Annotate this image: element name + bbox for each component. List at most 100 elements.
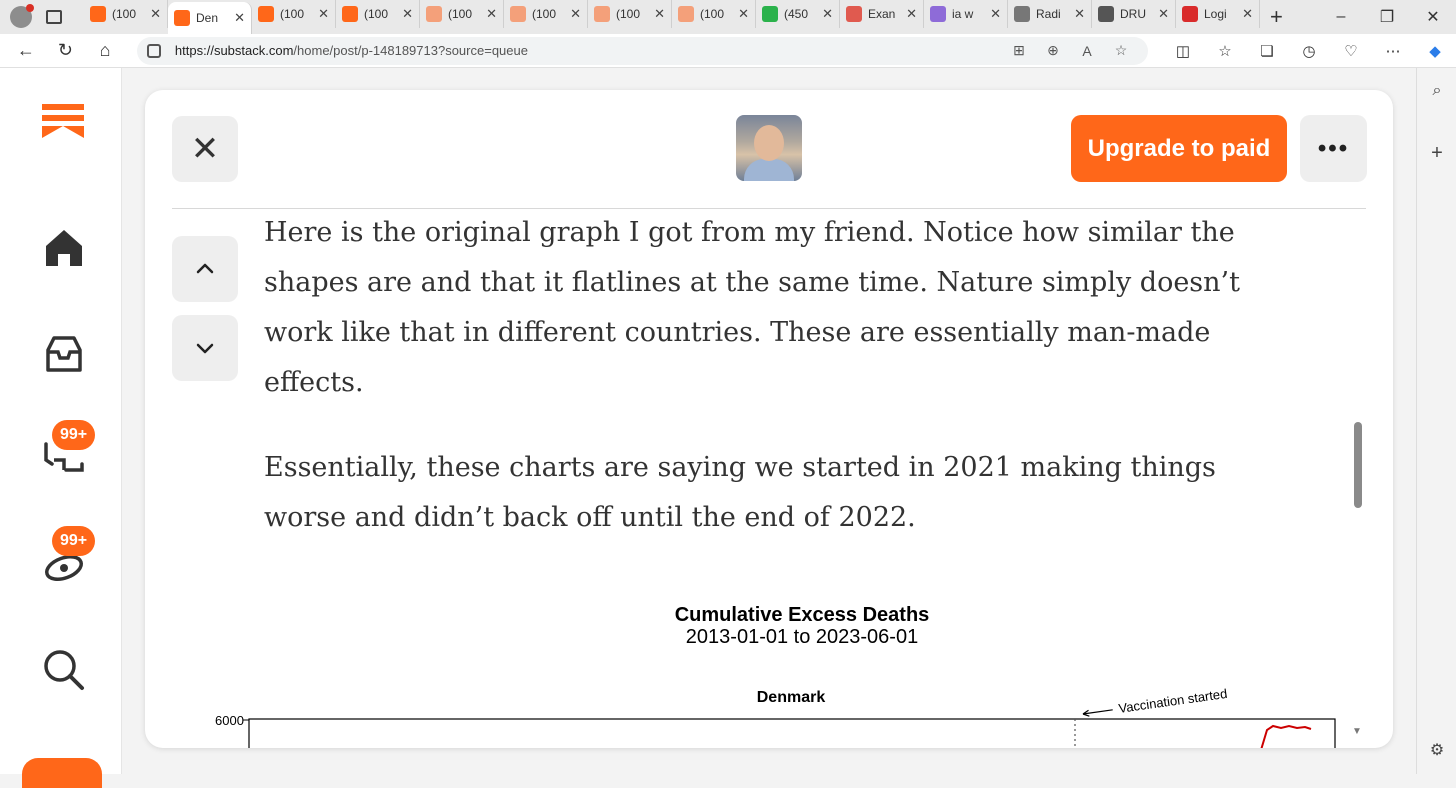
tab-close-icon[interactable]: ✕	[1242, 6, 1253, 22]
back-icon[interactable]: ←	[6, 40, 46, 61]
inbox-nav-icon[interactable]	[40, 330, 88, 378]
favorites-icon[interactable]: ☆	[1204, 42, 1246, 60]
tab-title: (100	[616, 7, 641, 21]
tab-favicon-icon	[678, 6, 694, 22]
browser-tab[interactable]: (100 ✕	[420, 0, 504, 28]
activity-badge: 99+	[52, 526, 96, 556]
post-paragraph-1: Here is the original graph I got from my…	[264, 217, 1240, 398]
sidebar-search-icon[interactable]: ⌕	[1417, 82, 1456, 100]
tab-favicon-icon	[258, 6, 274, 22]
tab-list: (100 ✕ Den ✕ (100 ✕ (100 ✕ (100 ✕ (100 ✕ (100 ✕ (100 ✕(…	[84, 0, 1260, 34]
sidebar-add-icon[interactable]: +	[1417, 142, 1456, 165]
tab-close-icon[interactable]: ✕	[1158, 6, 1169, 22]
browser-tab[interactable]: (100 ✕	[672, 0, 756, 28]
close-window-icon[interactable]: ✕	[1410, 7, 1456, 27]
tab-close-icon[interactable]: ✕	[822, 6, 833, 22]
browser-tab[interactable]: Logi ✕	[1176, 0, 1260, 28]
tab-actions-icon[interactable]	[46, 10, 62, 24]
scroll-down-arrow-icon[interactable]: ▼	[1352, 726, 1362, 737]
tab-favicon-icon	[426, 6, 442, 22]
post-reader-card: ✕ Upgrade to paid ••• Here is the origin…	[145, 90, 1393, 748]
close-reader-button[interactable]: ✕	[172, 116, 238, 182]
tab-close-icon[interactable]: ✕	[318, 6, 329, 22]
read-aloud-icon[interactable]: A	[1070, 43, 1104, 59]
tab-favicon-icon	[762, 6, 778, 22]
more-options-button[interactable]: •••	[1300, 115, 1367, 182]
chart-title: Cumulative Excess Deaths	[674, 604, 930, 626]
window-controls: – ❐ ✕	[1318, 0, 1456, 34]
browser-tab[interactable]: Radi ✕	[1008, 0, 1092, 28]
home-nav-icon[interactable]	[40, 224, 88, 272]
browser-tab[interactable]: DRU ✕	[1092, 0, 1176, 28]
substack-left-nav: 99+ 99+	[0, 68, 122, 788]
excess-deaths-series-line	[1260, 724, 1312, 748]
tab-title: (100	[700, 7, 725, 21]
lock-icon[interactable]	[146, 43, 161, 58]
tab-title: (100	[112, 7, 137, 21]
author-avatar[interactable]	[736, 115, 802, 181]
restore-icon[interactable]: ❐	[1364, 7, 1410, 27]
tab-close-icon[interactable]: ✕	[990, 6, 1001, 22]
tab-title: (100	[448, 7, 473, 21]
tab-close-icon[interactable]: ✕	[570, 6, 581, 22]
tab-close-icon[interactable]: ✕	[654, 6, 665, 22]
tab-close-icon[interactable]: ✕	[1074, 6, 1085, 22]
browser-toolbar: ← ↻ ⌂ https://substack.com/home/post/p-1…	[0, 34, 1456, 68]
tab-close-icon[interactable]: ✕	[234, 10, 245, 26]
address-bar[interactable]: https://substack.com/home/post/p-1481897…	[136, 36, 1148, 65]
favorite-star-icon[interactable]: ☆	[1104, 42, 1138, 59]
browser-tab[interactable]: (450 ✕	[756, 0, 840, 28]
tab-close-icon[interactable]: ✕	[150, 6, 161, 22]
tab-close-icon[interactable]: ✕	[738, 6, 749, 22]
browser-tab[interactable]: (100 ✕	[588, 0, 672, 28]
tab-title: Radi	[1036, 7, 1061, 21]
next-post-button[interactable]	[172, 315, 238, 381]
browser-essentials-icon[interactable]: ♡	[1330, 42, 1372, 60]
post-paragraph-2: Essentially, these charts are saying we …	[264, 452, 1216, 533]
browser-tab[interactable]: (100 ✕	[252, 0, 336, 28]
search-nav-icon[interactable]	[40, 646, 88, 694]
substack-logo-icon[interactable]	[42, 104, 84, 150]
browser-tab[interactable]: (100 ✕	[84, 0, 168, 28]
copilot-icon[interactable]: ◆	[1414, 42, 1456, 60]
tab-close-icon[interactable]: ✕	[402, 6, 413, 22]
minimize-icon[interactable]: –	[1318, 8, 1364, 26]
browser-tab[interactable]: ia w ✕	[924, 0, 1008, 28]
reload-icon[interactable]: ↻	[46, 40, 86, 61]
tab-title: (100	[532, 7, 557, 21]
plot-frame	[248, 718, 1336, 748]
tab-favicon-icon	[594, 6, 610, 22]
browser-tab[interactable]: (100 ✕	[504, 0, 588, 28]
tab-close-icon[interactable]: ✕	[486, 6, 497, 22]
tab-close-icon[interactable]: ✕	[906, 6, 917, 22]
new-tab-icon[interactable]: +	[1270, 4, 1283, 30]
tab-title: Den	[196, 11, 219, 25]
collections-icon[interactable]: ❏	[1246, 42, 1288, 60]
split-screen-icon[interactable]: ◫	[1162, 42, 1204, 60]
settings-more-icon[interactable]: ⋯	[1372, 42, 1414, 60]
tab-title: ia w	[952, 7, 974, 21]
browser-tab[interactable]: Den ✕	[168, 2, 252, 34]
upgrade-to-paid-button[interactable]: Upgrade to paid	[1071, 115, 1287, 182]
toolbar-extensions: ◫ ☆ ❏ ◷ ♡ ⋯ ◆	[1162, 42, 1456, 60]
browser-tab[interactable]: (100 ✕	[336, 0, 420, 28]
tab-title: (100	[280, 7, 305, 21]
sidebar-settings-icon[interactable]: ⚙	[1417, 740, 1456, 760]
browser-tab[interactable]: Exan ✕	[840, 0, 924, 28]
previous-post-button[interactable]	[172, 236, 238, 302]
home-icon[interactable]: ⌂	[85, 40, 125, 61]
profile-button[interactable]	[22, 758, 102, 788]
tab-title: (450	[784, 7, 809, 21]
url-text[interactable]: https://substack.com/home/post/p-1481897…	[175, 43, 1002, 58]
history-icon[interactable]: ◷	[1288, 42, 1330, 60]
tab-favicon-icon	[930, 6, 946, 22]
tab-favicon-icon	[846, 6, 862, 22]
chart-panel-title: Denmark	[757, 689, 826, 706]
edge-sidebar: ⌕ + ⚙	[1416, 68, 1456, 774]
zoom-icon[interactable]: ⊕	[1036, 42, 1070, 59]
profile-avatar-icon[interactable]	[10, 4, 34, 28]
scrollbar-thumb[interactable]	[1354, 422, 1362, 508]
tab-title: DRU	[1120, 7, 1146, 21]
app-available-icon[interactable]: ⊞	[1002, 42, 1036, 59]
browser-tab-strip: (100 ✕ Den ✕ (100 ✕ (100 ✕ (100 ✕ (100 ✕ (100 ✕ (100 ✕(…	[0, 0, 1456, 34]
